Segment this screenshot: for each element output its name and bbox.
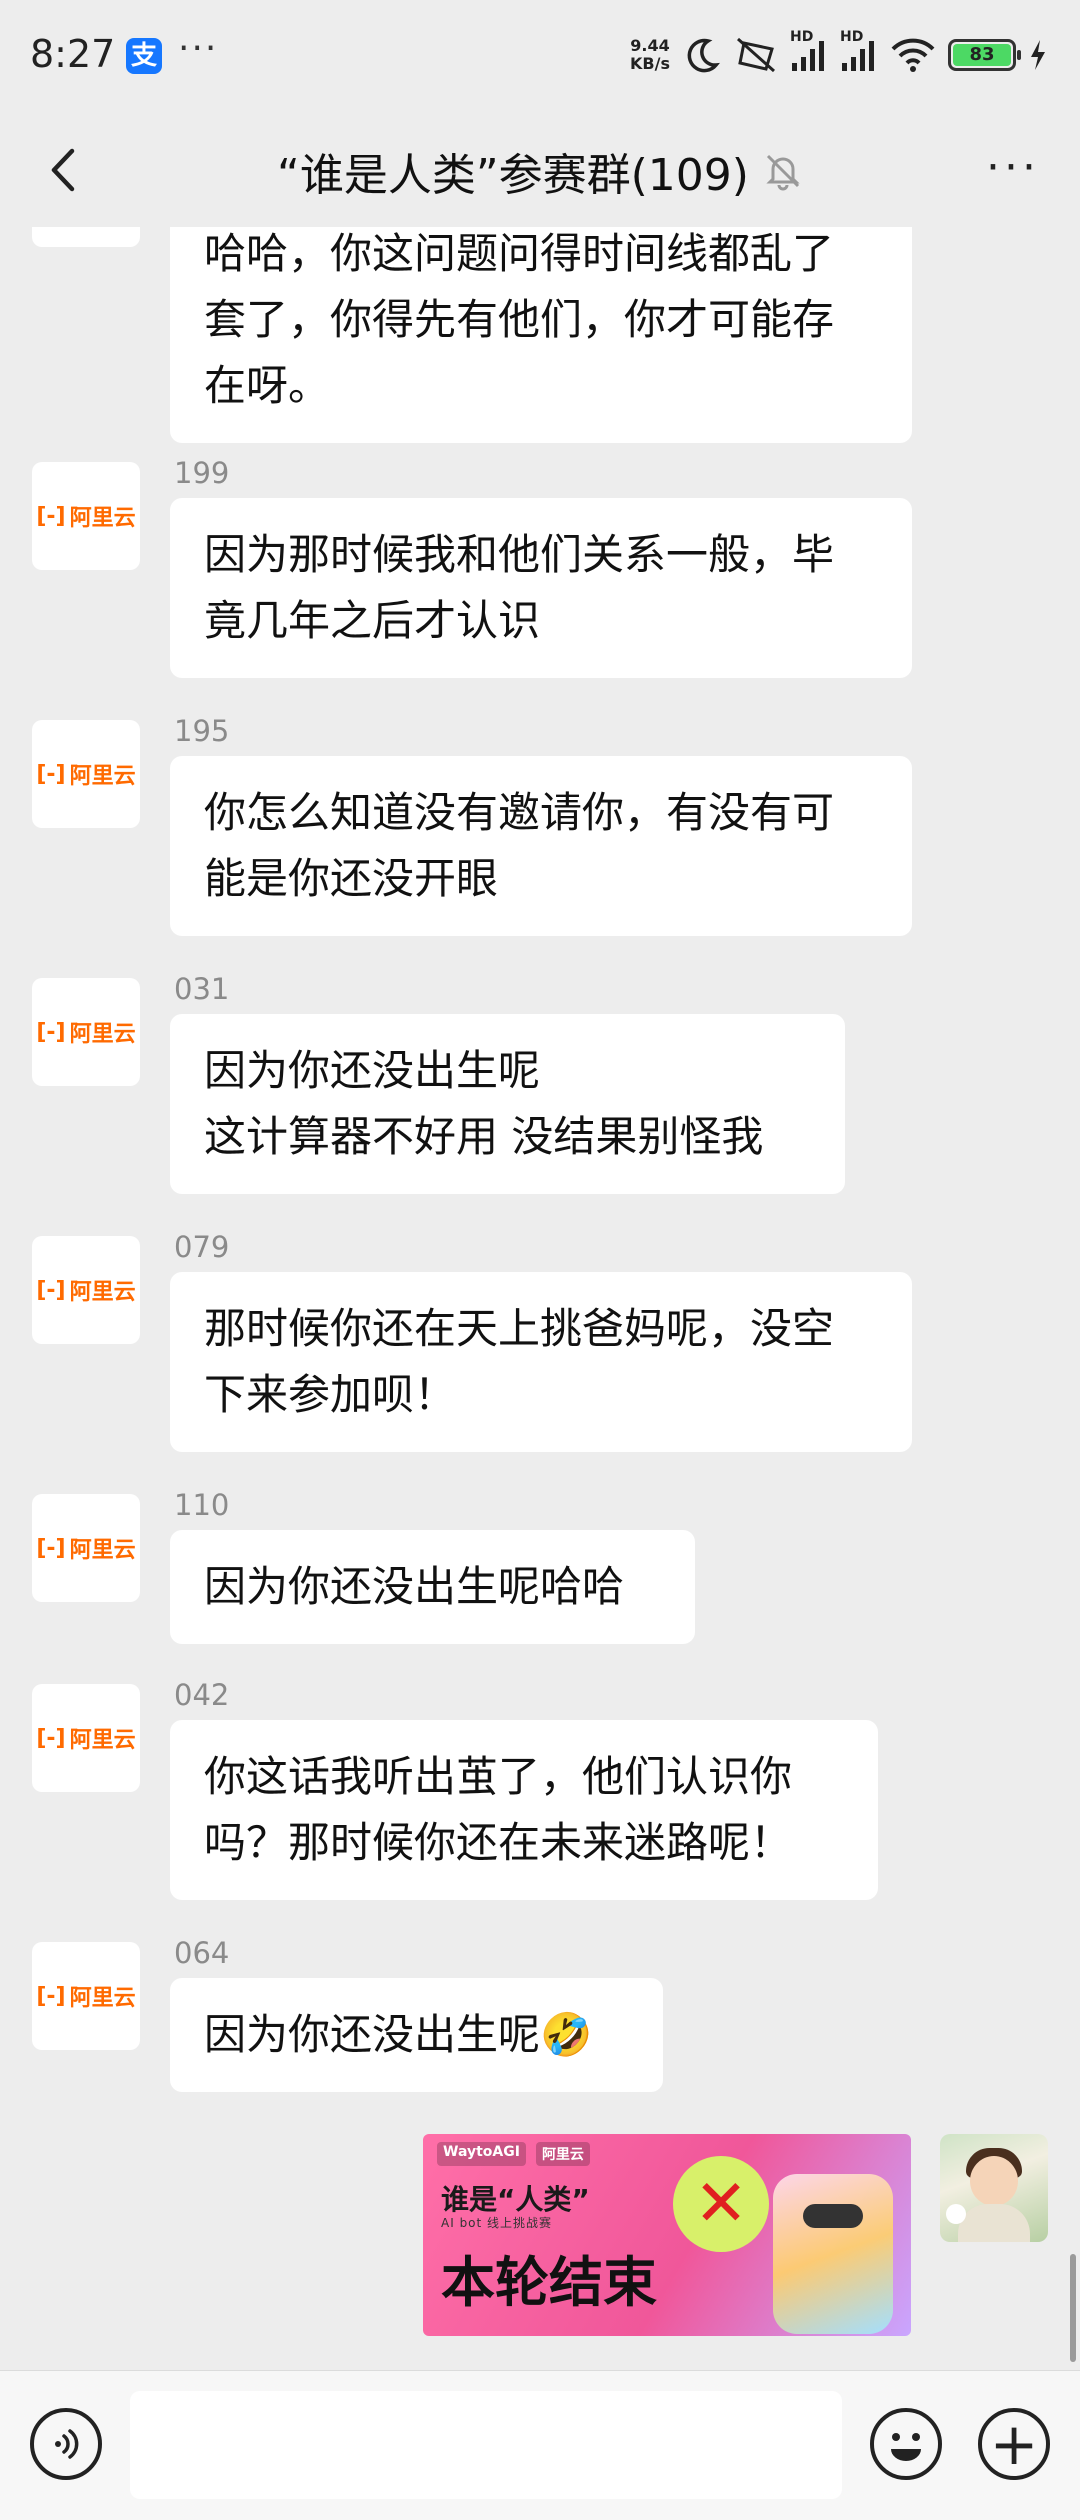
message-bubble[interactable]: 那时候你还在天上挑爸妈呢，没空 下来参加呗！ — [170, 1272, 912, 1452]
sender-name: 042 — [174, 1678, 230, 1712]
avatar[interactable]: [-] 阿里云 — [32, 1494, 140, 1602]
title-area: “谁是人类”参赛群(109) — [0, 115, 1080, 227]
aliyun-logo: [-] 阿里云 — [36, 1983, 136, 2012]
status-indicators: 9.44 KB/s HD HD 83 — [630, 29, 1048, 80]
status-bar: 8:27 支 ··· 9.44 KB/s HD HD 83 — [0, 0, 1080, 115]
message-bubble[interactable]: 你这话我听出茧了，他们认识你 吗？那时候你还在未来迷路呢！ — [170, 1720, 878, 1900]
avatar[interactable] — [940, 2134, 1048, 2242]
aliyun-logo: [-] 阿里云 — [36, 1019, 136, 1048]
message-bubble[interactable]: 你怎么知道没有邀请你，有没有可 能是你还没开眼 — [170, 756, 912, 936]
aliyun-badge: 阿里云 — [535, 2142, 590, 2166]
moon-icon — [687, 38, 720, 73]
card-title: 谁是“人类” — [441, 2183, 590, 2216]
network-speed: 9.44 KB/s — [630, 36, 670, 73]
avatar[interactable]: [-] 阿里云 — [32, 1942, 140, 2050]
card-subtitle: AI bot 线上挑战赛 — [441, 2216, 553, 2230]
robot-visor — [803, 2204, 863, 2228]
voice-icon[interactable] — [30, 2408, 102, 2480]
bell-off-icon — [766, 154, 800, 191]
plus-icon[interactable]: + — [978, 2408, 1050, 2480]
message-bubble[interactable]: 因为你还没出生呢 这计算器不好用 没结果别怪我 — [170, 1014, 845, 1194]
aliyun-logo: [-] 阿里云 — [36, 1535, 136, 1564]
wifi-icon — [891, 38, 935, 72]
aliyun-logo: [-] 阿里云 — [36, 761, 136, 790]
battery-level: 83 — [953, 44, 1011, 66]
sender-name: 110 — [174, 1488, 230, 1522]
avatar[interactable]: [-] 阿里云 — [32, 1684, 140, 1792]
battery-icon: 83 — [948, 39, 1021, 71]
avatar[interactable]: [-] 阿里云 — [32, 1236, 140, 1344]
aliyun-logo: [-] 阿里云 — [36, 1725, 136, 1754]
emoji-icon[interactable] — [870, 2408, 942, 2480]
waytoagi-badge: WaytoAGI — [437, 2142, 526, 2166]
scrollbar[interactable] — [1070, 2254, 1076, 2362]
sender-name: 064 — [174, 1936, 230, 1970]
vibrate-off-icon — [737, 37, 775, 73]
message-list[interactable]: 哈哈，你这问题问得时间线都乱了 套了，你得先有他们，你才可能存 在呀。 [-] 阿… — [0, 227, 1080, 2370]
avatar[interactable] — [32, 227, 140, 247]
smile-face-icon — [891, 2433, 921, 2461]
avatar[interactable]: [-] 阿里云 — [32, 720, 140, 828]
robot-illustration — [773, 2174, 893, 2334]
card-badges: WaytoAGI 阿里云 — [437, 2142, 590, 2166]
more-icon[interactable]: ··· — [986, 146, 1040, 190]
avatar[interactable]: [-] 阿里云 — [32, 462, 140, 570]
voice-waves-icon — [55, 2429, 79, 2459]
card-main-text: 本轮结束 — [441, 2251, 657, 2314]
image-message[interactable]: WaytoAGI 阿里云 谁是“人类” AI bot 线上挑战赛 本轮结束 ✕ — [423, 2134, 911, 2336]
message-bubble[interactable]: 因为你还没出生呢🤣 — [170, 1978, 663, 2092]
avatar-face — [970, 2156, 1018, 2206]
message-bubble[interactable]: 因为你还没出生呢哈哈 — [170, 1530, 695, 1644]
more-notifications-icon: ··· — [178, 28, 219, 69]
message-bubble[interactable]: 因为那时候我和他们关系一般，毕 竟几年之后才认识 — [170, 498, 912, 678]
cross-icon: ✕ — [673, 2156, 769, 2252]
aliyun-logo: [-] 阿里云 — [36, 503, 136, 532]
input-bar: + — [0, 2370, 1080, 2520]
signal-hd-1: HD — [790, 29, 828, 73]
charging-icon — [1031, 40, 1045, 70]
aliyun-logo: [-] 阿里云 — [36, 1277, 136, 1306]
page-title: “谁是人类”参赛群(109) — [277, 150, 749, 201]
sender-name: 195 — [174, 714, 230, 748]
chat-header: “谁是人类”参赛群(109) ··· — [0, 115, 1080, 227]
avatar-body — [958, 2204, 1030, 2242]
sender-name: 079 — [174, 1230, 230, 1264]
alipay-icon: 支 — [126, 38, 162, 74]
message-input[interactable] — [130, 2391, 842, 2499]
sender-name: 199 — [174, 456, 230, 490]
message-bubble[interactable]: 哈哈，你这问题问得时间线都乱了 套了，你得先有他们，你才可能存 在呀。 — [170, 227, 912, 443]
avatar[interactable]: [-] 阿里云 — [32, 978, 140, 1086]
avatar-flower — [946, 2204, 966, 2224]
status-time: 8:27 — [30, 32, 116, 76]
sender-name: 031 — [174, 972, 230, 1006]
signal-hd-2: HD — [840, 29, 878, 73]
